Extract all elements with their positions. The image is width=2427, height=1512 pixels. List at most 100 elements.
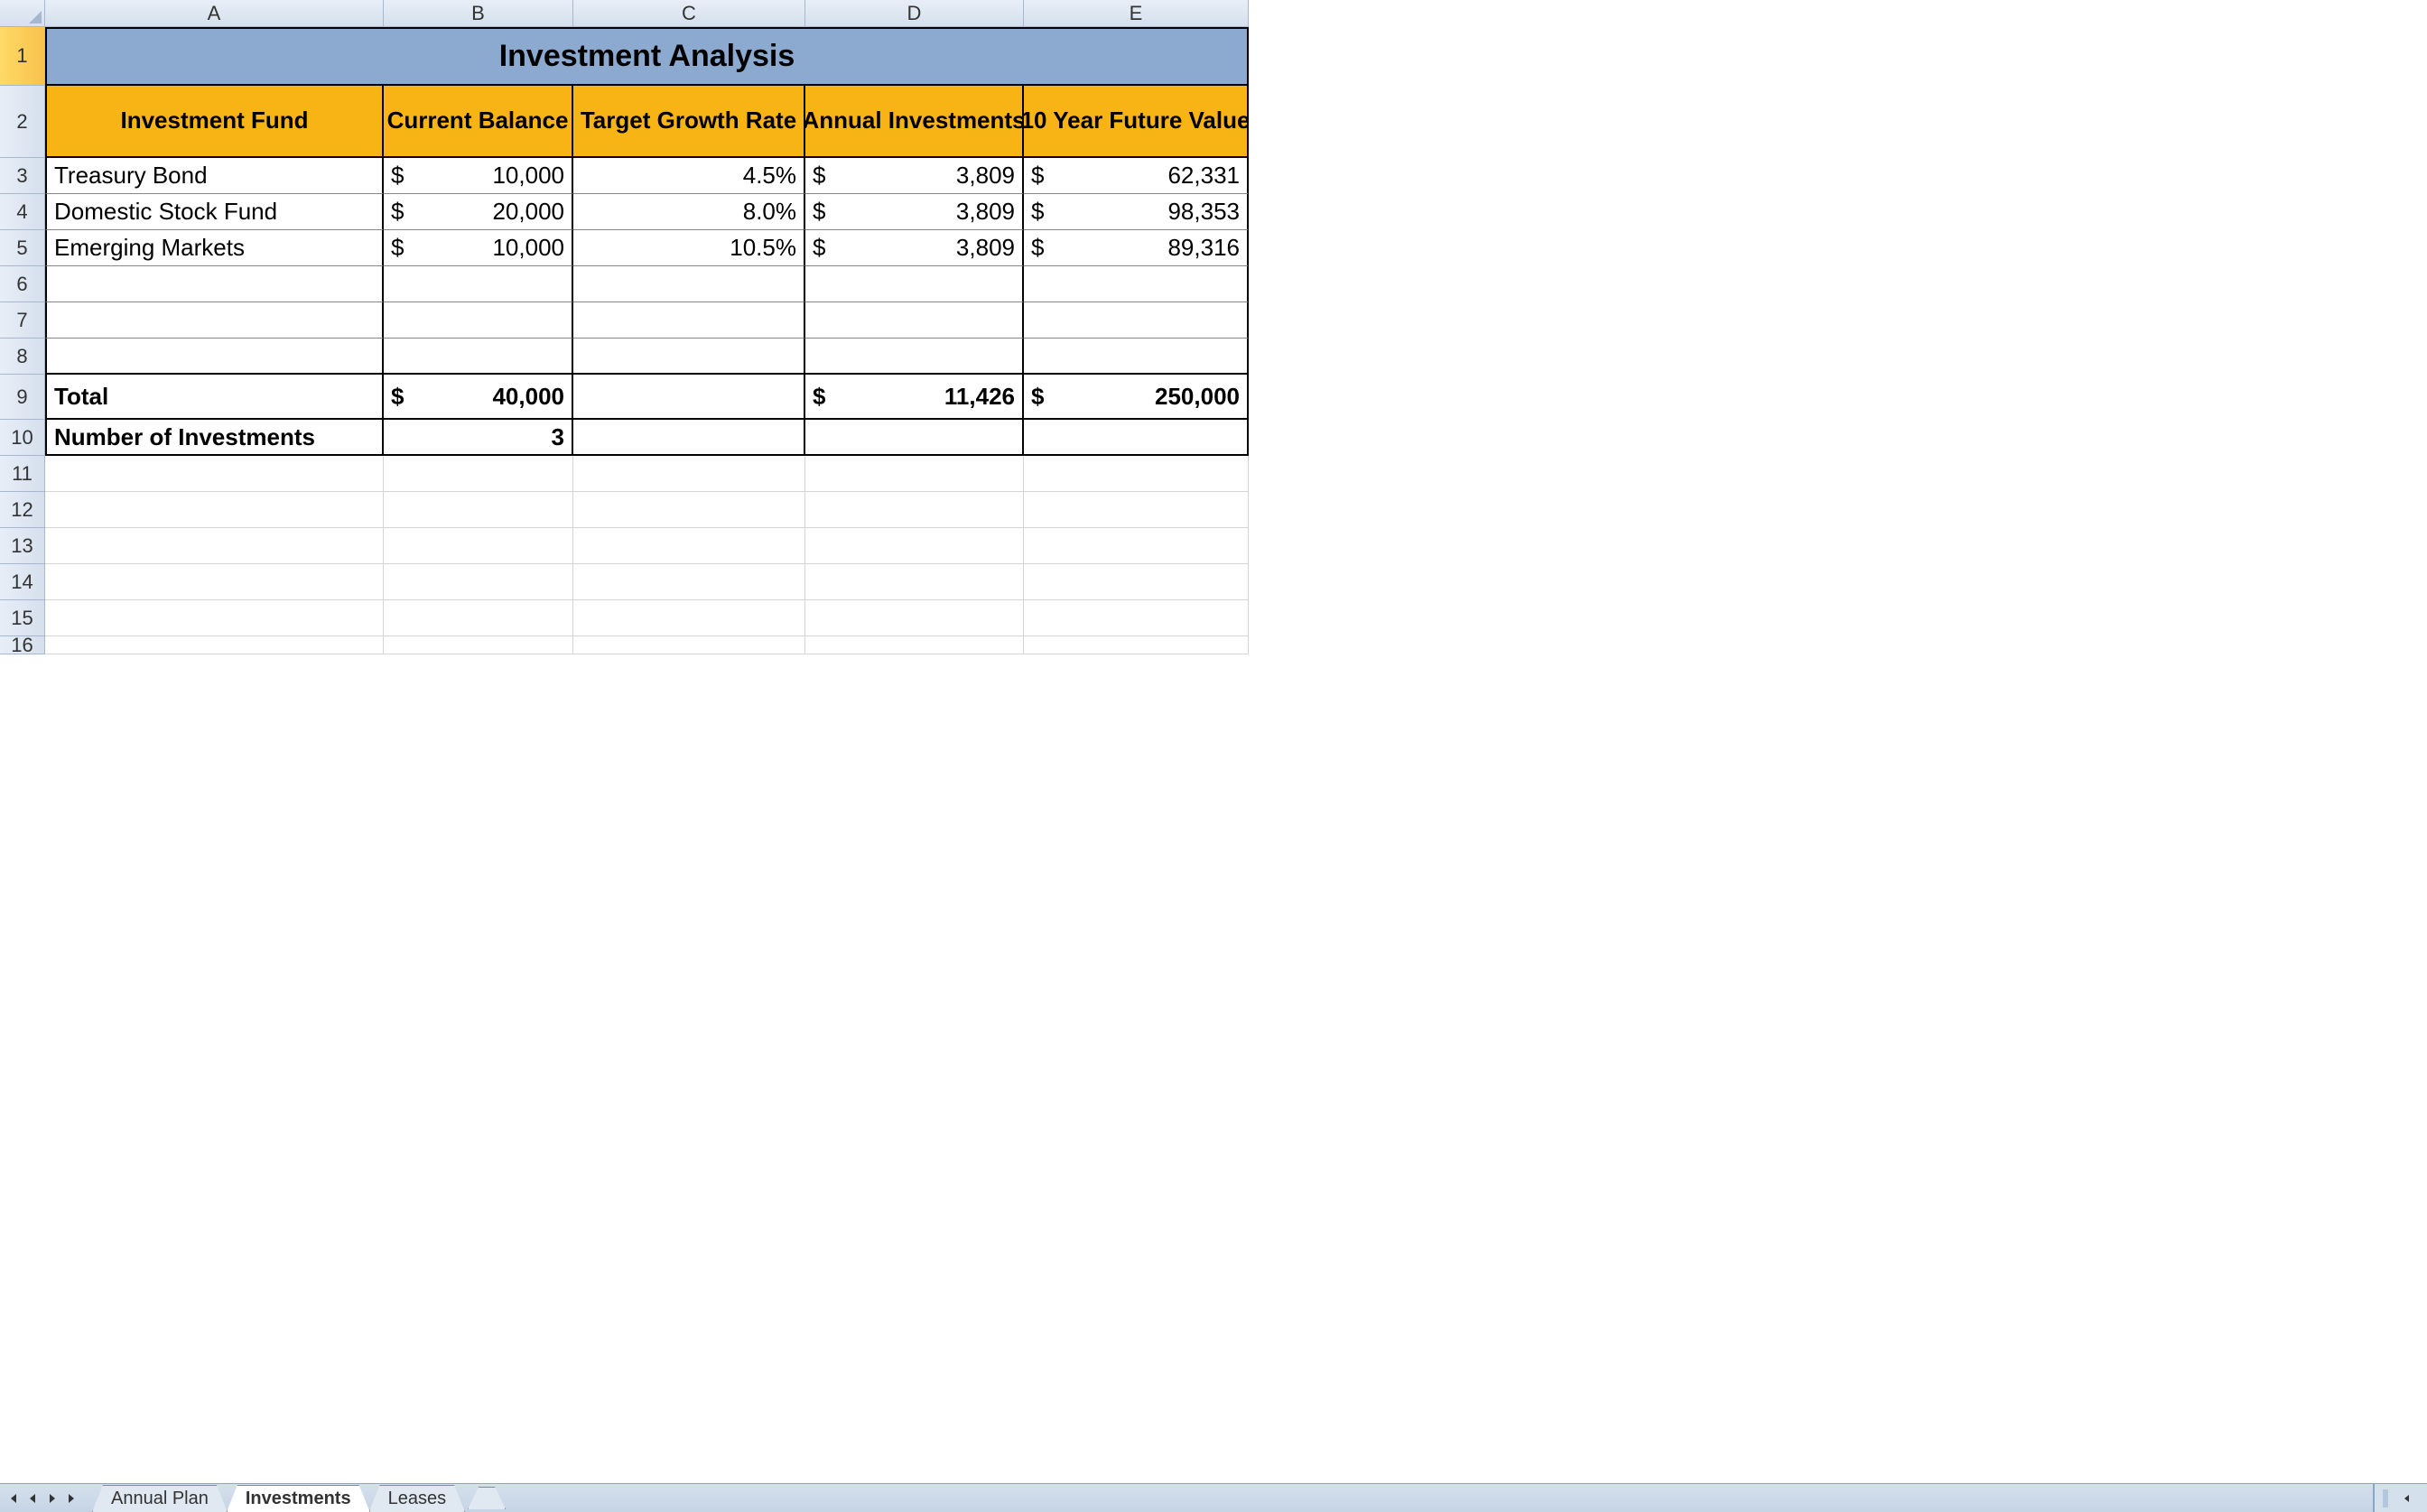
- empty-cell[interactable]: [45, 564, 384, 600]
- column-header-current-balance[interactable]: Current Balance: [384, 86, 573, 158]
- column-header-investment-fund[interactable]: Investment Fund: [45, 86, 384, 158]
- empty-cell[interactable]: [384, 564, 573, 600]
- rate-cell[interactable]: 4.5%: [573, 158, 805, 194]
- empty-cell[interactable]: [1024, 528, 1249, 564]
- empty-cell[interactable]: [1024, 600, 1249, 636]
- annual-cell[interactable]: $3,809: [805, 158, 1024, 194]
- empty-cell[interactable]: [573, 600, 805, 636]
- balance-cell[interactable]: $20,000: [384, 194, 573, 230]
- empty-cell[interactable]: [1024, 492, 1249, 528]
- new-sheet-button[interactable]: [468, 1487, 506, 1509]
- empty-cell[interactable]: [1024, 266, 1249, 302]
- sheet-tab-leases[interactable]: Leases: [369, 1485, 466, 1512]
- column-header-c[interactable]: C: [573, 0, 805, 27]
- fund-name[interactable]: Emerging Markets: [45, 230, 384, 266]
- empty-cell[interactable]: [1024, 302, 1249, 339]
- column-header-10-year-future-value[interactable]: 10 Year Future Value: [1024, 86, 1249, 158]
- empty-cell[interactable]: [805, 528, 1024, 564]
- empty-cell[interactable]: [1024, 339, 1249, 375]
- tab-prev-button[interactable]: [23, 1489, 42, 1507]
- row-header-10[interactable]: 10: [0, 420, 45, 456]
- empty-cell[interactable]: [384, 636, 573, 654]
- empty-cell[interactable]: [45, 302, 384, 339]
- empty-cell[interactable]: [1024, 636, 1249, 654]
- empty-cell[interactable]: [45, 492, 384, 528]
- empty-cell[interactable]: [805, 302, 1024, 339]
- empty-cell[interactable]: [573, 266, 805, 302]
- total-balance[interactable]: $40,000: [384, 375, 573, 420]
- balance-cell[interactable]: $10,000: [384, 230, 573, 266]
- empty-cell[interactable]: [384, 266, 573, 302]
- row-header-16[interactable]: 16: [0, 636, 45, 654]
- empty-cell[interactable]: [805, 420, 1024, 456]
- empty-cell[interactable]: [805, 492, 1024, 528]
- total-annual[interactable]: $11,426: [805, 375, 1024, 420]
- rate-cell[interactable]: 8.0%: [573, 194, 805, 230]
- empty-cell[interactable]: [1024, 456, 1249, 492]
- empty-cell[interactable]: [45, 266, 384, 302]
- tab-last-button[interactable]: [63, 1489, 81, 1507]
- empty-cell[interactable]: [805, 564, 1024, 600]
- column-header-a[interactable]: A: [45, 0, 384, 27]
- row-header-12[interactable]: 12: [0, 492, 45, 528]
- column-header-b[interactable]: B: [384, 0, 573, 27]
- total-label[interactable]: Total: [45, 375, 384, 420]
- sheet-tab-investments[interactable]: Investments: [227, 1485, 370, 1512]
- empty-cell[interactable]: [805, 456, 1024, 492]
- num-investments-value[interactable]: 3: [384, 420, 573, 456]
- empty-cell[interactable]: [573, 528, 805, 564]
- future-cell[interactable]: $98,353: [1024, 194, 1249, 230]
- empty-cell[interactable]: [384, 528, 573, 564]
- empty-cell[interactable]: [1024, 564, 1249, 600]
- empty-cell[interactable]: [384, 600, 573, 636]
- empty-cell[interactable]: [45, 636, 384, 654]
- column-header-target-growth-rate[interactable]: Target Growth Rate: [573, 86, 805, 158]
- total-rate-empty[interactable]: [573, 375, 805, 420]
- row-header-11[interactable]: 11: [0, 456, 45, 492]
- row-header-8[interactable]: 8: [0, 339, 45, 375]
- empty-cell[interactable]: [573, 302, 805, 339]
- row-header-4[interactable]: 4: [0, 194, 45, 230]
- row-header-7[interactable]: 7: [0, 302, 45, 339]
- empty-cell[interactable]: [45, 339, 384, 375]
- empty-cell[interactable]: [1024, 420, 1249, 456]
- fund-name[interactable]: Treasury Bond: [45, 158, 384, 194]
- empty-cell[interactable]: [573, 420, 805, 456]
- future-cell[interactable]: $62,331: [1024, 158, 1249, 194]
- row-header-3[interactable]: 3: [0, 158, 45, 194]
- row-header-5[interactable]: 5: [0, 230, 45, 266]
- total-future[interactable]: $250,000: [1024, 375, 1249, 420]
- num-investments-label[interactable]: Number of Investments: [45, 420, 384, 456]
- row-header-9[interactable]: 9: [0, 375, 45, 420]
- empty-cell[interactable]: [573, 339, 805, 375]
- fund-name[interactable]: Domestic Stock Fund: [45, 194, 384, 230]
- column-header-e[interactable]: E: [1024, 0, 1249, 27]
- row-header-6[interactable]: 6: [0, 266, 45, 302]
- empty-cell[interactable]: [384, 339, 573, 375]
- row-header-1[interactable]: 1: [0, 27, 45, 86]
- scroll-left-button[interactable]: [2396, 1488, 2418, 1509]
- annual-cell[interactable]: $3,809: [805, 194, 1024, 230]
- select-all-corner[interactable]: [0, 0, 45, 27]
- empty-cell[interactable]: [384, 492, 573, 528]
- empty-cell[interactable]: [573, 492, 805, 528]
- row-header-13[interactable]: 13: [0, 528, 45, 564]
- empty-cell[interactable]: [805, 600, 1024, 636]
- balance-cell[interactable]: $10,000: [384, 158, 573, 194]
- empty-cell[interactable]: [45, 456, 384, 492]
- empty-cell[interactable]: [45, 528, 384, 564]
- row-header-2[interactable]: 2: [0, 86, 45, 158]
- empty-cell[interactable]: [805, 636, 1024, 654]
- rate-cell[interactable]: 10.5%: [573, 230, 805, 266]
- empty-cell[interactable]: [384, 456, 573, 492]
- empty-cell[interactable]: [805, 339, 1024, 375]
- empty-cell[interactable]: [573, 456, 805, 492]
- row-header-15[interactable]: 15: [0, 600, 45, 636]
- annual-cell[interactable]: $3,809: [805, 230, 1024, 266]
- grid-area[interactable]: ABCDE 12345678910111213141516 Investment…: [0, 0, 2427, 1483]
- sheet-title[interactable]: Investment Analysis: [45, 27, 1249, 86]
- future-cell[interactable]: $89,316: [1024, 230, 1249, 266]
- empty-cell[interactable]: [384, 302, 573, 339]
- tab-first-button[interactable]: [4, 1489, 22, 1507]
- row-header-14[interactable]: 14: [0, 564, 45, 600]
